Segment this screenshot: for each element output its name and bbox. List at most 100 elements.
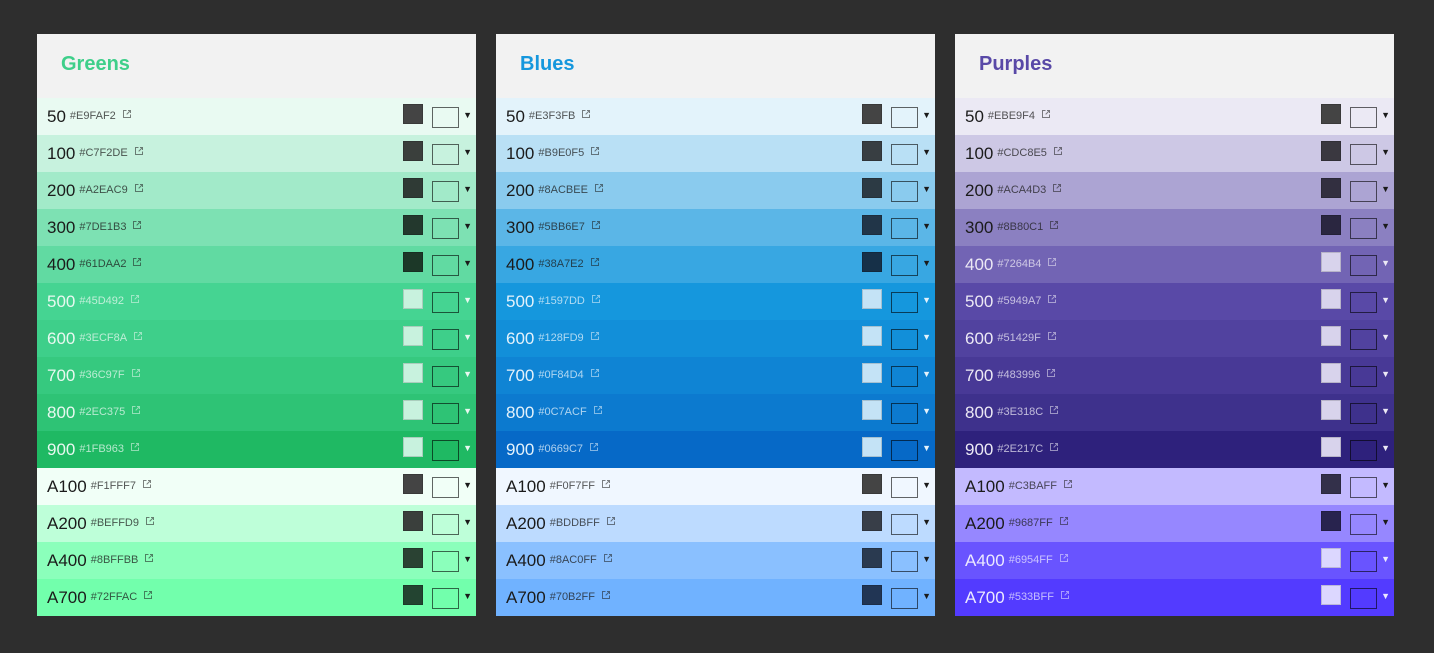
text-color-swatch[interactable] (862, 289, 882, 309)
text-color-swatch[interactable] (403, 141, 423, 161)
external-link-icon[interactable] (132, 257, 142, 267)
external-link-icon[interactable] (593, 405, 603, 415)
dropdown-arrow-icon[interactable]: ▼ (463, 444, 472, 453)
text-color-swatch[interactable] (862, 104, 882, 124)
external-link-icon[interactable] (590, 368, 600, 378)
text-color-swatch[interactable] (403, 326, 423, 346)
background-color-select[interactable] (432, 403, 459, 424)
background-color-select[interactable] (432, 218, 459, 239)
dropdown-arrow-icon[interactable]: ▼ (1381, 333, 1390, 342)
text-color-swatch[interactable] (1321, 548, 1341, 568)
background-color-select[interactable] (891, 551, 918, 572)
background-color-select[interactable] (891, 440, 918, 461)
external-link-icon[interactable] (130, 442, 140, 452)
background-color-select[interactable] (432, 366, 459, 387)
dropdown-arrow-icon[interactable]: ▼ (1381, 148, 1390, 157)
dropdown-arrow-icon[interactable]: ▼ (1381, 111, 1390, 120)
external-link-icon[interactable] (590, 331, 600, 341)
background-color-select[interactable] (891, 107, 918, 128)
text-color-swatch[interactable] (403, 215, 423, 235)
background-color-select[interactable] (891, 255, 918, 276)
dropdown-arrow-icon[interactable]: ▼ (463, 185, 472, 194)
background-color-select[interactable] (1350, 218, 1377, 239)
text-color-swatch[interactable] (862, 141, 882, 161)
dropdown-arrow-icon[interactable]: ▼ (922, 222, 931, 231)
background-color-select[interactable] (432, 255, 459, 276)
text-color-swatch[interactable] (403, 437, 423, 457)
background-color-select[interactable] (432, 107, 459, 128)
text-color-swatch[interactable] (862, 252, 882, 272)
dropdown-arrow-icon[interactable]: ▼ (1381, 370, 1390, 379)
background-color-select[interactable] (432, 477, 459, 498)
background-color-select[interactable] (432, 588, 459, 609)
dropdown-arrow-icon[interactable]: ▼ (463, 333, 472, 342)
dropdown-arrow-icon[interactable]: ▼ (922, 185, 931, 194)
background-color-select[interactable] (891, 514, 918, 535)
background-color-select[interactable] (891, 403, 918, 424)
background-color-select[interactable] (432, 514, 459, 535)
text-color-swatch[interactable] (403, 511, 423, 531)
text-color-swatch[interactable] (862, 548, 882, 568)
text-color-swatch[interactable] (862, 585, 882, 605)
dropdown-arrow-icon[interactable]: ▼ (1381, 444, 1390, 453)
background-color-select[interactable] (432, 551, 459, 572)
text-color-swatch[interactable] (1321, 104, 1341, 124)
external-link-icon[interactable] (603, 553, 613, 563)
text-color-swatch[interactable] (403, 104, 423, 124)
background-color-select[interactable] (891, 218, 918, 239)
background-color-select[interactable] (1350, 514, 1377, 535)
external-link-icon[interactable] (145, 516, 155, 526)
dropdown-arrow-icon[interactable]: ▼ (463, 296, 472, 305)
dropdown-arrow-icon[interactable]: ▼ (463, 407, 472, 416)
dropdown-arrow-icon[interactable]: ▼ (922, 481, 931, 490)
dropdown-arrow-icon[interactable]: ▼ (922, 555, 931, 564)
external-link-icon[interactable] (1049, 442, 1059, 452)
text-color-swatch[interactable] (403, 585, 423, 605)
background-color-select[interactable] (432, 181, 459, 202)
text-color-swatch[interactable] (1321, 511, 1341, 531)
dropdown-arrow-icon[interactable]: ▼ (922, 111, 931, 120)
dropdown-arrow-icon[interactable]: ▼ (1381, 296, 1390, 305)
dropdown-arrow-icon[interactable]: ▼ (922, 259, 931, 268)
external-link-icon[interactable] (1059, 553, 1069, 563)
background-color-select[interactable] (891, 292, 918, 313)
text-color-swatch[interactable] (403, 252, 423, 272)
external-link-icon[interactable] (1041, 109, 1051, 119)
external-link-icon[interactable] (591, 220, 601, 230)
dropdown-arrow-icon[interactable]: ▼ (463, 259, 472, 268)
text-color-swatch[interactable] (403, 474, 423, 494)
dropdown-arrow-icon[interactable]: ▼ (1381, 222, 1390, 231)
background-color-select[interactable] (1350, 181, 1377, 202)
background-color-select[interactable] (432, 292, 459, 313)
text-color-swatch[interactable] (862, 400, 882, 420)
dropdown-arrow-icon[interactable]: ▼ (463, 555, 472, 564)
background-color-select[interactable] (1350, 588, 1377, 609)
dropdown-arrow-icon[interactable]: ▼ (922, 444, 931, 453)
external-link-icon[interactable] (144, 553, 154, 563)
external-link-icon[interactable] (581, 109, 591, 119)
text-color-swatch[interactable] (403, 178, 423, 198)
external-link-icon[interactable] (132, 220, 142, 230)
text-color-swatch[interactable] (1321, 363, 1341, 383)
external-link-icon[interactable] (589, 442, 599, 452)
external-link-icon[interactable] (143, 590, 153, 600)
external-link-icon[interactable] (134, 146, 144, 156)
dropdown-arrow-icon[interactable]: ▼ (1381, 518, 1390, 527)
external-link-icon[interactable] (1052, 183, 1062, 193)
dropdown-arrow-icon[interactable]: ▼ (922, 407, 931, 416)
text-color-swatch[interactable] (862, 326, 882, 346)
dropdown-arrow-icon[interactable]: ▼ (1381, 185, 1390, 194)
dropdown-arrow-icon[interactable]: ▼ (922, 296, 931, 305)
text-color-swatch[interactable] (1321, 474, 1341, 494)
background-color-select[interactable] (432, 329, 459, 350)
background-color-select[interactable] (1350, 144, 1377, 165)
text-color-swatch[interactable] (1321, 585, 1341, 605)
background-color-select[interactable] (1350, 403, 1377, 424)
external-link-icon[interactable] (1053, 146, 1063, 156)
external-link-icon[interactable] (1047, 257, 1057, 267)
background-color-select[interactable] (891, 144, 918, 165)
external-link-icon[interactable] (1049, 220, 1059, 230)
external-link-icon[interactable] (142, 479, 152, 489)
text-color-swatch[interactable] (403, 548, 423, 568)
background-color-select[interactable] (891, 366, 918, 387)
